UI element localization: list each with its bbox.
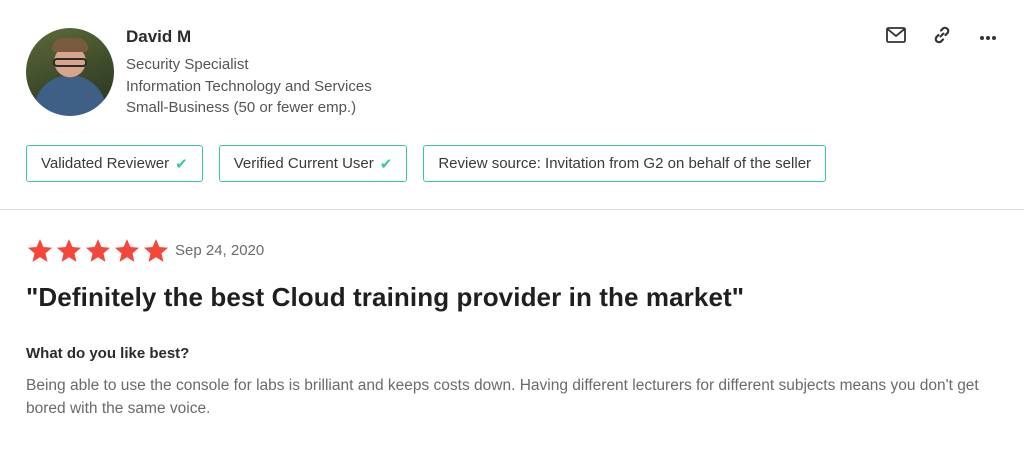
checkmark-icon: ✔ xyxy=(175,155,188,173)
badge-label: Review source: Invitation from G2 on beh… xyxy=(438,155,812,172)
avatar[interactable] xyxy=(26,28,114,116)
avatar-glasses xyxy=(53,58,87,67)
mail-button[interactable] xyxy=(884,26,908,48)
link-icon xyxy=(932,25,952,50)
review-actions xyxy=(884,26,1000,48)
reviewer-name[interactable]: David M xyxy=(126,27,191,47)
star-rating xyxy=(26,237,170,265)
badge-verified-current-user[interactable]: Verified Current User ✔ xyxy=(218,145,408,182)
star-icon xyxy=(84,237,112,265)
review-title: "Definitely the best Cloud training prov… xyxy=(26,282,745,312)
badge-label: Validated Reviewer xyxy=(41,155,170,172)
review-question: What do you like best? xyxy=(26,345,190,362)
checkmark-icon: ✔ xyxy=(379,155,393,173)
link-button[interactable] xyxy=(930,26,954,48)
star-icon xyxy=(55,237,83,265)
star-icon xyxy=(113,237,141,265)
badge-review-source[interactable]: Review source: Invitation from G2 on beh… xyxy=(423,145,827,182)
reviewer-header: David M Security Specialist Information … xyxy=(0,0,1024,210)
more-icon xyxy=(979,28,997,46)
badge-label: Verified Current User xyxy=(233,155,374,172)
badge-validated-reviewer[interactable]: Validated Reviewer ✔ xyxy=(26,145,203,182)
reviewer-company-size: Small-Business (50 or fewer emp.) xyxy=(126,99,357,116)
section-divider xyxy=(0,209,1024,210)
mail-icon xyxy=(886,26,906,48)
reviewer-title: Security Specialist xyxy=(126,56,249,73)
star-icon xyxy=(142,237,170,265)
star-icon xyxy=(26,237,54,265)
review-date: Sep 24, 2020 xyxy=(175,242,265,259)
reviewer-badges: Validated Reviewer ✔ Verified Current Us… xyxy=(26,145,827,182)
reviewer-industry: Information Technology and Services xyxy=(126,78,372,95)
review-answer: Being able to use the console for labs i… xyxy=(26,377,979,417)
avatar-hair xyxy=(52,38,88,52)
more-options-button[interactable] xyxy=(976,26,1000,48)
